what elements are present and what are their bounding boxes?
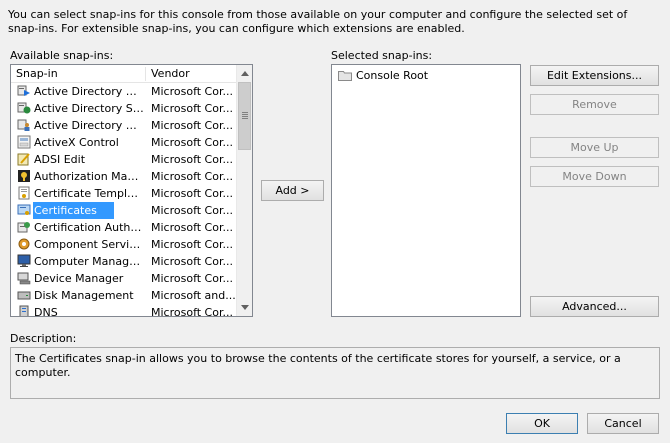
snapin-name: Certificates [33, 202, 114, 219]
remove-button[interactable]: Remove [530, 94, 659, 115]
computer-management-icon [17, 254, 31, 267]
advanced-button[interactable]: Advanced... [530, 296, 659, 317]
snapin-vendor: Microsoft Cor... [151, 204, 233, 217]
ad-users-icon [17, 119, 30, 131]
snapin-vendor: Microsoft Cor... [151, 187, 233, 200]
device-manager-icon [17, 272, 31, 285]
column-header-snapin[interactable]: Snap-in [11, 65, 145, 82]
snapin-vendor: Microsoft Cor... [151, 272, 233, 285]
intro-text: You can select snap-ins for this console… [8, 8, 628, 35]
grip-line [242, 118, 248, 119]
grip-line [242, 114, 248, 115]
edit-extensions-button[interactable]: Edit Extensions... [530, 65, 659, 86]
ad-domains-icon [17, 85, 30, 96]
table-row[interactable]: Computer Managem... Microsoft Cor... [11, 253, 237, 270]
add-remove-snapins-dialog: You can select snap-ins for this console… [0, 0, 670, 443]
table-row[interactable]: Disk Management Microsoft and... [11, 287, 237, 304]
table-row[interactable]: Certificate Templates Microsoft Cor... [11, 185, 237, 202]
chevron-up-icon [241, 71, 249, 76]
table-row[interactable]: Certificates Microsoft Cor... [11, 202, 237, 219]
table-row[interactable]: Device Manager Microsoft Cor... [11, 270, 237, 287]
snapin-vendor: Microsoft Cor... [151, 102, 233, 115]
snapin-name: Active Directory Site... [34, 102, 145, 115]
column-header-vendor[interactable]: Vendor [146, 65, 237, 82]
snapin-name: Disk Management [34, 289, 134, 302]
snapin-vendor: Microsoft Cor... [151, 221, 233, 234]
selected-snapins-list[interactable]: Console Root [331, 64, 521, 317]
snapin-rows: Active Directory Do... Microsoft Cor... … [11, 83, 237, 317]
certificates-icon [17, 204, 31, 215]
snapin-name: ActiveX Control [34, 136, 119, 149]
snapin-vendor: Microsoft Cor... [151, 255, 233, 268]
add-button[interactable]: Add > [261, 180, 324, 201]
table-row[interactable]: DNS Microsoft Cor... [11, 304, 237, 317]
scroll-up-button[interactable] [237, 65, 252, 82]
table-row[interactable]: Active Directory Use... Microsoft Cor... [11, 117, 237, 134]
table-row[interactable]: Active Directory Do... Microsoft Cor... [11, 83, 237, 100]
list-header: Snap-in Vendor [11, 65, 237, 83]
disk-management-icon [17, 291, 31, 300]
snapin-vendor: Microsoft Cor... [151, 238, 233, 251]
description-box: The Certificates snap-in allows you to b… [10, 347, 660, 399]
dns-icon [19, 305, 29, 316]
cert-templates-icon [18, 186, 30, 200]
snapin-name: Certificate Templates [34, 187, 145, 200]
available-snapins-label: Available snap-ins: [10, 49, 114, 62]
snapin-name: Component Services [34, 238, 145, 251]
snapin-name: DNS [34, 306, 58, 317]
snapin-vendor: Microsoft Cor... [151, 153, 233, 166]
authorization-icon [18, 170, 30, 182]
cancel-button[interactable]: Cancel [587, 413, 659, 434]
snapin-name: Active Directory Do... [34, 85, 145, 98]
snapin-name: Active Directory Use... [34, 119, 145, 132]
snapin-name: Device Manager [34, 272, 124, 285]
snapin-vendor: Microsoft Cor... [151, 306, 233, 317]
ok-button[interactable]: OK [506, 413, 578, 434]
snapin-vendor: Microsoft Cor... [151, 119, 233, 132]
cert-authority-icon [17, 222, 30, 233]
snapin-name: Computer Managem... [34, 255, 145, 268]
selected-snapins-label: Selected snap-ins: [331, 49, 433, 62]
grip-line [242, 112, 248, 113]
table-row[interactable]: ADSI Edit Microsoft Cor... [11, 151, 237, 168]
folder-icon [338, 71, 352, 81]
table-row[interactable]: Component Services Microsoft Cor... [11, 236, 237, 253]
grip-line [242, 116, 248, 117]
table-row[interactable]: Certification Authority Microsoft Cor... [11, 219, 237, 236]
selected-snapin-name: Console Root [356, 69, 429, 82]
move-up-button[interactable]: Move Up [530, 137, 659, 158]
chevron-down-icon [241, 305, 249, 310]
activex-icon [17, 135, 31, 149]
snapin-name: Authorization Manager [34, 170, 145, 183]
snapin-vendor: Microsoft Cor... [151, 85, 233, 98]
vertical-scrollbar[interactable] [236, 65, 252, 316]
snapin-vendor: Microsoft Cor... [151, 170, 233, 183]
table-row[interactable]: Active Directory Site... Microsoft Cor..… [11, 100, 237, 117]
adsi-edit-icon [17, 153, 30, 166]
available-snapins-list[interactable]: Snap-in Vendor Active Directory Do... Mi… [10, 64, 253, 317]
scroll-thumb[interactable] [238, 82, 251, 150]
ad-sites-icon [17, 102, 31, 114]
move-down-button[interactable]: Move Down [530, 166, 659, 187]
snapin-name: Certification Authority [34, 221, 145, 234]
description-label: Description: [10, 332, 77, 345]
scroll-down-button[interactable] [237, 299, 252, 316]
component-services-icon [18, 238, 30, 250]
snapin-vendor: Microsoft Cor... [151, 136, 233, 149]
snapin-name: ADSI Edit [34, 153, 86, 166]
snapin-vendor: Microsoft and... [151, 289, 236, 302]
table-row[interactable]: ActiveX Control Microsoft Cor... [11, 134, 237, 151]
table-row[interactable]: Authorization Manager Microsoft Cor... [11, 168, 237, 185]
